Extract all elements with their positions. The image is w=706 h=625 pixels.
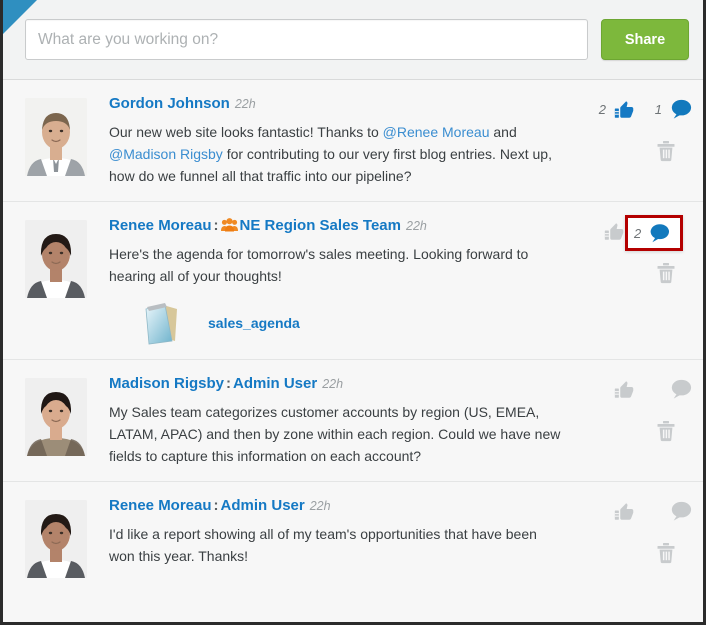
- avatar[interactable]: [25, 98, 87, 176]
- corner-flag-icon: [3, 0, 37, 34]
- post-content: Gordon Johnson 22h Our new web site looks …: [87, 94, 567, 187]
- header-separator: :: [213, 217, 219, 234]
- comment-bubble-icon: [671, 99, 692, 119]
- post-header: Gordon Johnson 22h: [109, 94, 561, 114]
- post-header: Renee Moreau: Admin User 22h: [109, 496, 561, 516]
- post-actions: [567, 374, 693, 467]
- delete-row: [567, 140, 693, 167]
- header-separator: :: [226, 375, 232, 392]
- mention-link[interactable]: @Renee Moreau: [383, 124, 490, 140]
- post-text-fragment: I'd like a report showing all of my team…: [109, 526, 537, 564]
- trash-icon: [657, 421, 675, 442]
- action-row: [567, 496, 693, 534]
- post-feed: Gordon Johnson 22h Our new web site looks …: [3, 80, 703, 592]
- composer-bar: Share: [3, 0, 703, 80]
- comment-button[interactable]: 2: [625, 215, 683, 251]
- post-item: Renee Moreau: Admin User 22h I'd like a rep…: [3, 482, 703, 592]
- trash-icon: [657, 141, 675, 162]
- attachment[interactable]: sales_agenda: [141, 301, 561, 345]
- post-item: Madison Rigsby: Admin User 22h My Sales tea…: [3, 360, 703, 482]
- post-target-link[interactable]: Admin User: [221, 497, 305, 514]
- delete-row: [567, 262, 693, 289]
- thumbs-up-icon: [614, 503, 634, 520]
- post-content: Renee Moreau: NE Region Sales Team 22h Here…: [87, 216, 567, 345]
- like-button[interactable]: [579, 500, 635, 522]
- comment-bubble-icon: [671, 379, 692, 399]
- comment-count: 2: [634, 225, 642, 241]
- mention-link[interactable]: @Madison Rigsby: [109, 146, 223, 162]
- post-item: Renee Moreau: NE Region Sales Team 22h Here…: [3, 202, 703, 360]
- post-text-fragment: Here's the agenda for tomorrow's sales m…: [109, 246, 529, 284]
- post-timestamp: 22h: [234, 97, 256, 111]
- post-header: Renee Moreau: NE Region Sales Team 22h: [109, 216, 561, 236]
- action-row: [567, 374, 693, 412]
- post-text-fragment: My Sales team categorizes customer accou…: [109, 404, 561, 464]
- author-link[interactable]: Gordon Johnson: [109, 95, 230, 112]
- comment-bubble-icon: [650, 224, 670, 243]
- group-icon: [220, 218, 238, 232]
- delete-row: [567, 542, 693, 569]
- like-button[interactable]: 2: [579, 98, 635, 120]
- post-text: Our new web site looks fantastic! Thanks…: [109, 121, 561, 187]
- avatar[interactable]: [25, 378, 87, 456]
- like-count: 2: [598, 101, 606, 117]
- post-text-fragment: Our new web site looks fantastic! Thanks…: [109, 124, 383, 140]
- post-text: I'd like a report showing all of my team…: [109, 523, 561, 567]
- header-separator: :: [213, 497, 219, 514]
- delete-button[interactable]: [656, 140, 676, 167]
- author-link[interactable]: Renee Moreau: [109, 497, 212, 514]
- post-actions: [567, 496, 693, 578]
- share-button[interactable]: Share: [601, 19, 689, 60]
- post-timestamp: 22h: [322, 377, 344, 391]
- like-button[interactable]: [579, 378, 635, 400]
- notepad-file-icon: [145, 303, 177, 345]
- post-text: Here's the agenda for tomorrow's sales m…: [109, 243, 561, 287]
- post-actions: 21: [567, 94, 693, 187]
- delete-row: [567, 420, 693, 447]
- comment-button[interactable]: [635, 500, 693, 522]
- post-text: My Sales team categorizes customer accou…: [109, 401, 561, 467]
- post-header: Madison Rigsby: Admin User 22h: [109, 374, 561, 394]
- post-content: Renee Moreau: Admin User 22h I'd like a rep…: [87, 496, 567, 578]
- author-link[interactable]: Madison Rigsby: [109, 375, 224, 392]
- comment-button[interactable]: 1: [635, 98, 693, 120]
- thumbs-up-icon: [614, 381, 634, 398]
- avatar[interactable]: [25, 220, 87, 298]
- post-timestamp: 22h: [309, 499, 331, 513]
- post-text-fragment: and: [489, 124, 517, 140]
- author-link[interactable]: Renee Moreau: [109, 217, 212, 234]
- post-item: Gordon Johnson 22h Our new web site looks …: [3, 80, 703, 202]
- like-button[interactable]: [569, 220, 625, 242]
- comment-count: 1: [654, 101, 662, 117]
- delete-button[interactable]: [656, 262, 676, 289]
- action-row: 21: [567, 94, 693, 132]
- trash-icon: [657, 263, 675, 284]
- comment-button[interactable]: [635, 378, 693, 400]
- avatar[interactable]: [25, 500, 87, 578]
- comment-bubble-icon: [671, 501, 692, 521]
- post-timestamp: 22h: [406, 219, 427, 233]
- post-target-link[interactable]: NE Region Sales Team: [240, 217, 401, 234]
- attachment-name-link[interactable]: sales_agenda: [208, 315, 300, 331]
- thumbs-up-icon: [604, 223, 624, 240]
- delete-button[interactable]: [656, 542, 676, 569]
- trash-icon: [657, 543, 675, 564]
- delete-button[interactable]: [656, 420, 676, 447]
- post-target-link[interactable]: Admin User: [233, 375, 317, 392]
- action-row: 2: [567, 215, 693, 254]
- chatter-feed-panel: Share Gordon Johnson 22h Our new web site …: [0, 0, 706, 625]
- thumbs-up-icon: [614, 101, 634, 118]
- post-actions: 2: [567, 215, 693, 345]
- post-content: Madison Rigsby: Admin User 22h My Sales tea…: [87, 374, 567, 467]
- status-input[interactable]: [25, 19, 588, 60]
